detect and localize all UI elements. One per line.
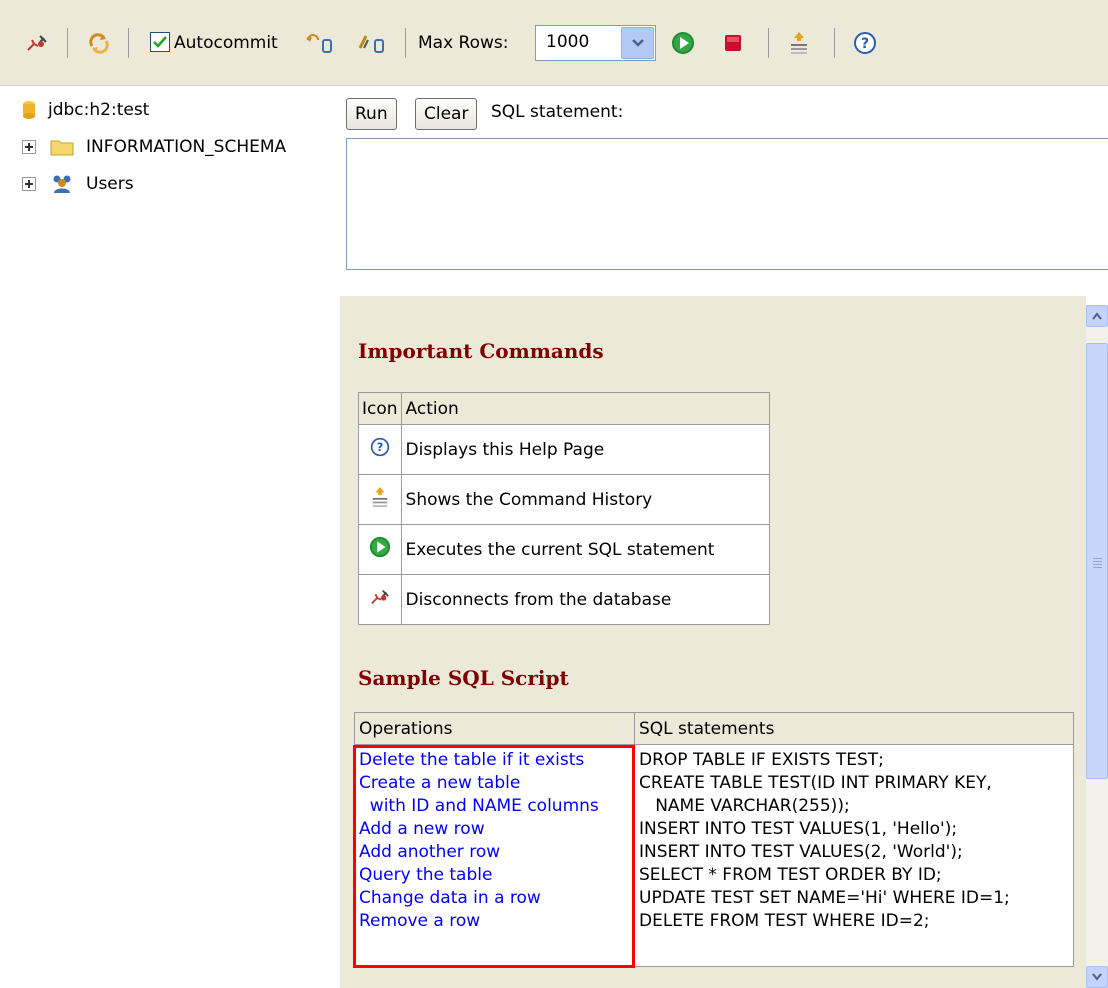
help-icon[interactable]: ? [852,30,878,56]
command-row: ? Displays this Help Page [358,424,771,475]
database-icon [23,101,35,119]
sql-statement: DROP TABLE IF EXISTS TEST; [639,750,884,770]
sql-statement: INSERT INTO TEST VALUES(2, 'World'); [639,842,963,862]
folder-icon [50,140,74,156]
operation-link[interactable]: with ID and NAME columns [359,795,630,818]
max-rows-select[interactable]: 1000 [535,25,656,61]
sql-statement: DELETE FROM TEST WHERE ID=2; [639,911,930,931]
svg-text:?: ? [376,440,383,454]
tree-item-users[interactable]: Users [22,170,134,198]
commands-table: Icon Action ? Displays this Help Page Sh… [358,392,771,625]
autocommit-checkbox[interactable] [150,32,170,52]
sample-sql-table: Operations SQL statements Delete the tab… [354,712,1074,967]
history-icon [358,474,402,525]
operation-link[interactable]: Delete the table if it exists [359,749,630,772]
clear-button[interactable]: Clear [415,98,478,130]
sql-statement: NAME VARCHAR(255)); [639,796,850,816]
command-row: Disconnects from the database [358,574,771,625]
rollback-icon[interactable] [304,30,334,56]
refresh-icon[interactable] [86,30,112,56]
object-tree: jdbc:h2:test INFORMATION_SCHEMA Users [0,86,340,988]
sql-input[interactable] [346,138,1108,270]
operation-link[interactable]: Add another row [359,841,630,864]
disconnect-icon[interactable] [24,30,50,56]
history-icon[interactable] [786,30,812,56]
operation-link[interactable]: Create a new table [359,772,630,795]
help-scrollbar[interactable] [1086,305,1108,988]
help-panel: Important Commands Icon Action ? Display… [340,296,1086,988]
scroll-up-icon[interactable] [1086,305,1108,327]
run-button[interactable]: Run [346,98,397,130]
tree-item-label: INFORMATION_SCHEMA [86,137,287,157]
tree-item-information-schema[interactable]: INFORMATION_SCHEMA [22,133,286,161]
sql-statement: CREATE TABLE TEST(ID INT PRIMARY KEY, [639,773,992,793]
execute-icon[interactable] [670,30,696,56]
sql-statement: UPDATE TEST SET NAME='Hi' WHERE ID=1; [639,888,1010,908]
connection-label: jdbc:h2:test [48,100,150,120]
statements-cell: DROP TABLE IF EXISTS TEST; CREATE TABLE … [634,744,1074,967]
stop-icon[interactable] [720,30,746,56]
command-action: Disconnects from the database [400,574,771,625]
max-rows-value: 1000 [546,32,590,52]
command-action: Displays this Help Page [400,424,771,475]
operation-link[interactable]: Remove a row [359,910,630,933]
users-icon [53,175,71,193]
operations-header: Operations [354,712,635,745]
query-panel: Run Clear SQL statement: [340,86,1108,296]
important-commands-heading: Important Commands [358,339,604,363]
chevron-down-icon[interactable] [621,27,654,59]
expand-icon[interactable] [22,140,36,154]
command-action: Shows the Command History [400,474,771,525]
scroll-down-icon[interactable] [1086,966,1108,988]
tree-connection[interactable]: jdbc:h2:test [22,96,149,124]
commit-icon[interactable] [356,30,386,56]
command-row: Executes the current SQL statement [358,524,771,575]
command-row: Shows the Command History [358,474,771,525]
tree-item-label: Users [86,174,134,194]
toolbar: Autocommit Max Rows: 1000 ? [0,0,1108,86]
operation-link[interactable]: Query the table [359,864,630,887]
sql-statement: INSERT INTO TEST VALUES(1, 'Hello'); [639,819,958,839]
action-header: Action [400,392,771,425]
operation-link[interactable]: Add a new row [359,818,630,841]
max-rows-label: Max Rows: [418,33,509,53]
operation-link[interactable]: Change data in a row [359,887,630,910]
svg-text:?: ? [861,36,869,52]
sql-statement: SELECT * FROM TEST ORDER BY ID; [639,865,942,885]
sql-statements-header: SQL statements [634,712,1074,745]
disconnect-icon [358,574,402,625]
icon-header: Icon [358,392,402,425]
help-icon: ? [358,424,402,475]
expand-icon[interactable] [22,177,36,191]
command-action: Executes the current SQL statement [400,524,771,575]
autocommit-label: Autocommit [174,33,278,53]
sample-sql-heading: Sample SQL Script [358,666,569,690]
scroll-thumb[interactable] [1086,343,1108,779]
operations-cell: Delete the table if it exists Create a n… [354,744,635,967]
execute-icon [358,524,402,575]
sql-statement-label: SQL statement: [491,102,624,122]
